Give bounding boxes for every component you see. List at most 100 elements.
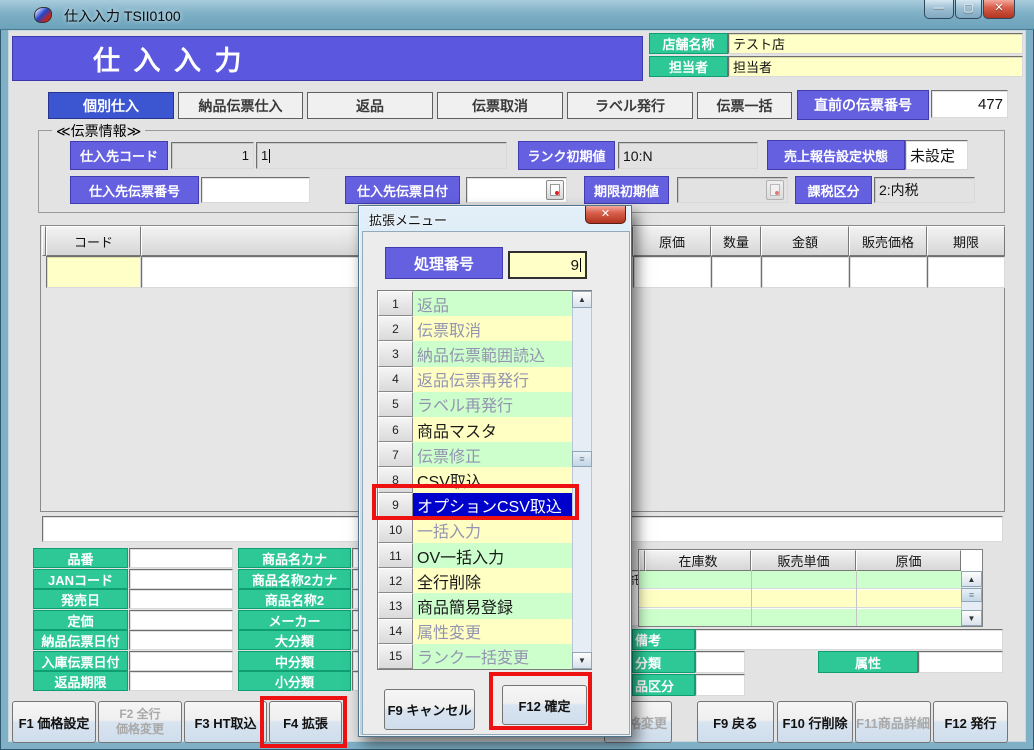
receiving-slip-date-field[interactable] bbox=[129, 651, 233, 671]
calendar-icon[interactable] bbox=[546, 180, 564, 200]
menu-item-13[interactable]: 13商品簡易登録 bbox=[378, 593, 591, 618]
menu-item-11[interactable]: 11OV一括入力 bbox=[378, 543, 591, 568]
grid-cell-code-input[interactable] bbox=[46, 256, 141, 288]
item-class-field[interactable] bbox=[695, 674, 745, 696]
release-date-label: 発売日 bbox=[33, 589, 128, 609]
menu-item-10[interactable]: 10一括入力 bbox=[378, 518, 591, 543]
item-no-field[interactable] bbox=[129, 548, 233, 568]
scroll-down-icon[interactable]: ▼ bbox=[572, 652, 592, 669]
window-title: 仕入入力 TSII0100 bbox=[64, 6, 181, 26]
scroll-up-icon[interactable]: ▲ bbox=[961, 571, 982, 587]
divider bbox=[751, 571, 752, 626]
f10-delete-row-button[interactable]: F10 行削除 bbox=[777, 701, 853, 743]
memo-label: 備考 bbox=[632, 629, 695, 650]
menu-item-5[interactable]: 5ラベル再発行 bbox=[378, 392, 591, 417]
grid-cell-qty[interactable] bbox=[711, 256, 761, 288]
menu-item-15[interactable]: 15ランク一括変更 bbox=[378, 644, 591, 669]
scroll-up-icon[interactable]: ▲ bbox=[572, 291, 592, 308]
process-number-input[interactable]: 9 bbox=[508, 251, 587, 279]
text-caret bbox=[580, 258, 581, 272]
staff-field[interactable]: 担当者 bbox=[728, 56, 1023, 77]
grid-cell-price[interactable] bbox=[849, 256, 927, 288]
tab-individual-purchase[interactable]: 個別仕入 bbox=[48, 92, 174, 119]
menu-item-number: 14 bbox=[378, 619, 413, 644]
attribute-field[interactable] bbox=[918, 651, 1003, 673]
calendar-icon bbox=[766, 180, 784, 200]
f2-label-line2: 価格変更 bbox=[116, 722, 164, 737]
store-name-label: 店舗名称 bbox=[649, 33, 728, 54]
return-deadline-label: 返品期限 bbox=[33, 671, 128, 691]
extension-menu-dialog: 拡張メニュー ✕ 処理番号 9 1返品 2伝票取消 3納品伝票範囲読込 4返品伝… bbox=[358, 205, 632, 737]
tab-returns[interactable]: 返品 bbox=[307, 92, 433, 119]
tab-slip-batch[interactable]: 伝票一括 bbox=[697, 92, 792, 119]
menu-item-2[interactable]: 2伝票取消 bbox=[378, 316, 591, 341]
menu-item-14[interactable]: 14属性変更 bbox=[378, 619, 591, 644]
memo-field[interactable] bbox=[695, 629, 1003, 650]
dialog-f9-cancel-button[interactable]: F9 キャンセル bbox=[384, 689, 475, 730]
scroll-thumb[interactable]: ≡ bbox=[572, 451, 592, 467]
grid-cell-cost[interactable] bbox=[633, 256, 711, 288]
f3-ht-import-button[interactable]: F3 HT取込 bbox=[184, 701, 267, 743]
menu-item-number: 13 bbox=[378, 593, 413, 618]
tax-class-label: 課税区分 bbox=[795, 176, 872, 204]
menu-item-7[interactable]: 7伝票修正 bbox=[378, 442, 591, 467]
menu-item-1[interactable]: 1返品 bbox=[378, 291, 591, 316]
tax-class-field: 2:内税 bbox=[874, 177, 975, 203]
menu-item-label: 納品伝票範囲読込 bbox=[413, 341, 591, 366]
menu-item-number: 12 bbox=[378, 568, 413, 593]
process-number-label: 処理番号 bbox=[385, 247, 503, 279]
menu-item-number: 1 bbox=[378, 291, 413, 316]
menu-scrollbar[interactable] bbox=[572, 291, 592, 669]
menu-item-label: 返品伝票再発行 bbox=[413, 367, 591, 392]
menu-item-label: 全行削除 bbox=[413, 568, 591, 593]
menu-item-4[interactable]: 4返品伝票再発行 bbox=[378, 367, 591, 392]
process-number-value: 9 bbox=[571, 257, 579, 274]
page-title: 仕 入 入 力 bbox=[12, 36, 643, 81]
store-name-field[interactable]: テスト店 bbox=[728, 33, 1023, 54]
extension-menu-list: 1返品 2伝票取消 3納品伝票範囲読込 4返品伝票再発行 5ラベル再発行 6商品… bbox=[377, 290, 592, 670]
annotation-highlight-menu-item-9 bbox=[372, 484, 579, 520]
tab-label-issue[interactable]: ラベル発行 bbox=[567, 92, 693, 119]
list-price-field[interactable] bbox=[129, 610, 233, 630]
menu-item-3[interactable]: 3納品伝票範囲読込 bbox=[378, 341, 591, 366]
menu-item-label: ランク一括変更 bbox=[413, 644, 591, 669]
delivery-slip-date-field[interactable] bbox=[129, 630, 233, 650]
scroll-thumb[interactable]: ≡ bbox=[961, 588, 982, 602]
supplier-code-field[interactable]: 1 bbox=[171, 142, 254, 169]
release-date-field[interactable] bbox=[129, 589, 233, 609]
grid-cell-expiry[interactable] bbox=[927, 256, 1005, 288]
tab-slip-cancel[interactable]: 伝票取消 bbox=[437, 92, 563, 119]
menu-item-12[interactable]: 12全行削除 bbox=[378, 568, 591, 593]
f12-issue-button[interactable]: F12 発行 bbox=[933, 701, 1008, 743]
supplier-slip-no-field[interactable] bbox=[201, 177, 310, 203]
menu-item-label: ラベル再発行 bbox=[413, 392, 591, 417]
close-button[interactable]: ✕ bbox=[983, 0, 1015, 19]
f1-price-setting-button[interactable]: F1 価格設定 bbox=[12, 701, 96, 743]
product-kana-label: 商品名カナ bbox=[238, 548, 351, 568]
dialog-close-icon[interactable]: ✕ bbox=[585, 206, 626, 224]
menu-item-label: OV一括入力 bbox=[413, 543, 591, 568]
divider bbox=[856, 571, 857, 626]
grid-header-expiry: 期限 bbox=[927, 226, 1005, 256]
tab-delivery-slip-purchase[interactable]: 納品伝票仕入 bbox=[178, 92, 303, 119]
scroll-down-icon[interactable]: ▼ bbox=[961, 610, 982, 626]
stock-row bbox=[639, 571, 961, 589]
f9-back-button[interactable]: F9 戻る bbox=[697, 701, 774, 743]
stock-header-cost: 原価 bbox=[856, 550, 961, 571]
category-label: 分類 bbox=[632, 651, 695, 673]
menu-item-number: 5 bbox=[378, 392, 413, 417]
menu-item-number: 10 bbox=[378, 518, 413, 543]
grid-cell-amount[interactable] bbox=[761, 256, 849, 288]
return-deadline-field[interactable] bbox=[129, 671, 233, 691]
category-field[interactable] bbox=[695, 651, 745, 673]
grid-header-price: 販売価格 bbox=[849, 226, 927, 256]
rank-initial-field[interactable]: 10:N bbox=[618, 142, 758, 169]
supplier-name-field[interactable]: 1 bbox=[256, 142, 507, 169]
maximize-button[interactable]: ▢ bbox=[955, 0, 982, 19]
minimize-button[interactable]: — bbox=[924, 0, 954, 19]
menu-item-6[interactable]: 6商品マスタ bbox=[378, 417, 591, 442]
menu-item-label: 伝票修正 bbox=[413, 442, 591, 467]
jan-code-field[interactable] bbox=[129, 569, 233, 589]
menu-item-label: 商品マスタ bbox=[413, 417, 591, 442]
f2-all-rows-price-change-button: F2 全行 価格変更 bbox=[98, 701, 182, 743]
